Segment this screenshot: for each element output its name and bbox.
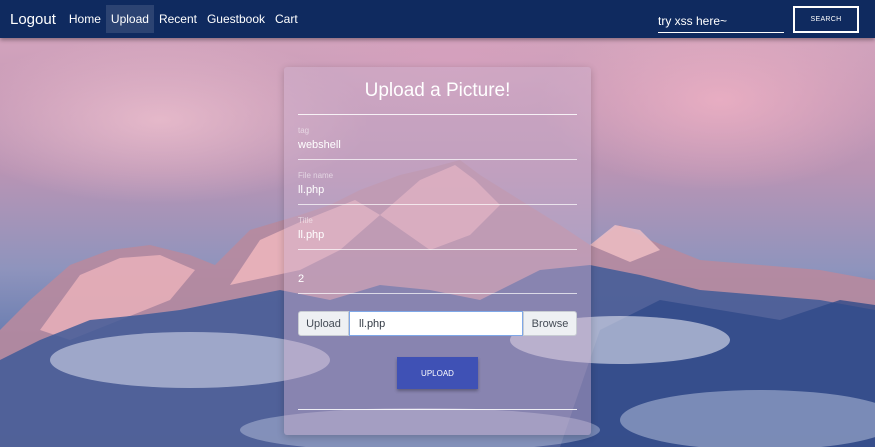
browse-button[interactable]: Browse xyxy=(523,311,577,336)
nav-link-guestbook[interactable]: Guestbook xyxy=(202,5,270,33)
title-field[interactable]: Title ll.php xyxy=(298,216,577,250)
nav-link-home[interactable]: Home xyxy=(64,5,106,33)
upload-card: Upload a Picture! tag webshell File name… xyxy=(284,67,591,435)
search-button[interactable]: SEARCH xyxy=(793,6,859,33)
nav-link-recent[interactable]: Recent xyxy=(154,5,202,33)
nav-link-upload[interactable]: Upload xyxy=(105,5,154,33)
file-name-field[interactable]: File name ll.php xyxy=(298,171,577,205)
upload-submit-button[interactable]: UPLOAD xyxy=(397,357,478,389)
title-field-value: ll.php xyxy=(298,229,325,241)
number-field[interactable]: 2 xyxy=(298,260,577,294)
title-divider xyxy=(298,114,577,115)
file-path-input[interactable]: ll.php xyxy=(349,311,523,336)
tag-field-label: tag xyxy=(298,126,310,135)
search-field xyxy=(658,9,784,33)
title-field-label: Title xyxy=(298,216,313,225)
nav-link-cart[interactable]: Cart xyxy=(270,5,303,33)
nav-links: Home Upload Recent Guestbook Cart xyxy=(64,0,303,38)
number-field-value: 2 xyxy=(298,273,305,285)
tag-field[interactable]: tag webshell xyxy=(298,126,577,160)
upload-prefix-label: Upload xyxy=(298,311,349,336)
tag-field-value: webshell xyxy=(298,139,341,151)
logout-link[interactable]: Logout xyxy=(10,11,56,28)
bottom-divider xyxy=(298,409,577,410)
search-input[interactable] xyxy=(658,9,784,32)
page-title: Upload a Picture! xyxy=(364,80,511,101)
file-name-field-value: ll.php xyxy=(298,184,325,196)
top-navbar: Logout Home Upload Recent Guestbook Cart… xyxy=(0,0,875,38)
file-name-field-label: File name xyxy=(298,171,334,180)
file-upload-group: Upload ll.php Browse xyxy=(298,311,577,336)
